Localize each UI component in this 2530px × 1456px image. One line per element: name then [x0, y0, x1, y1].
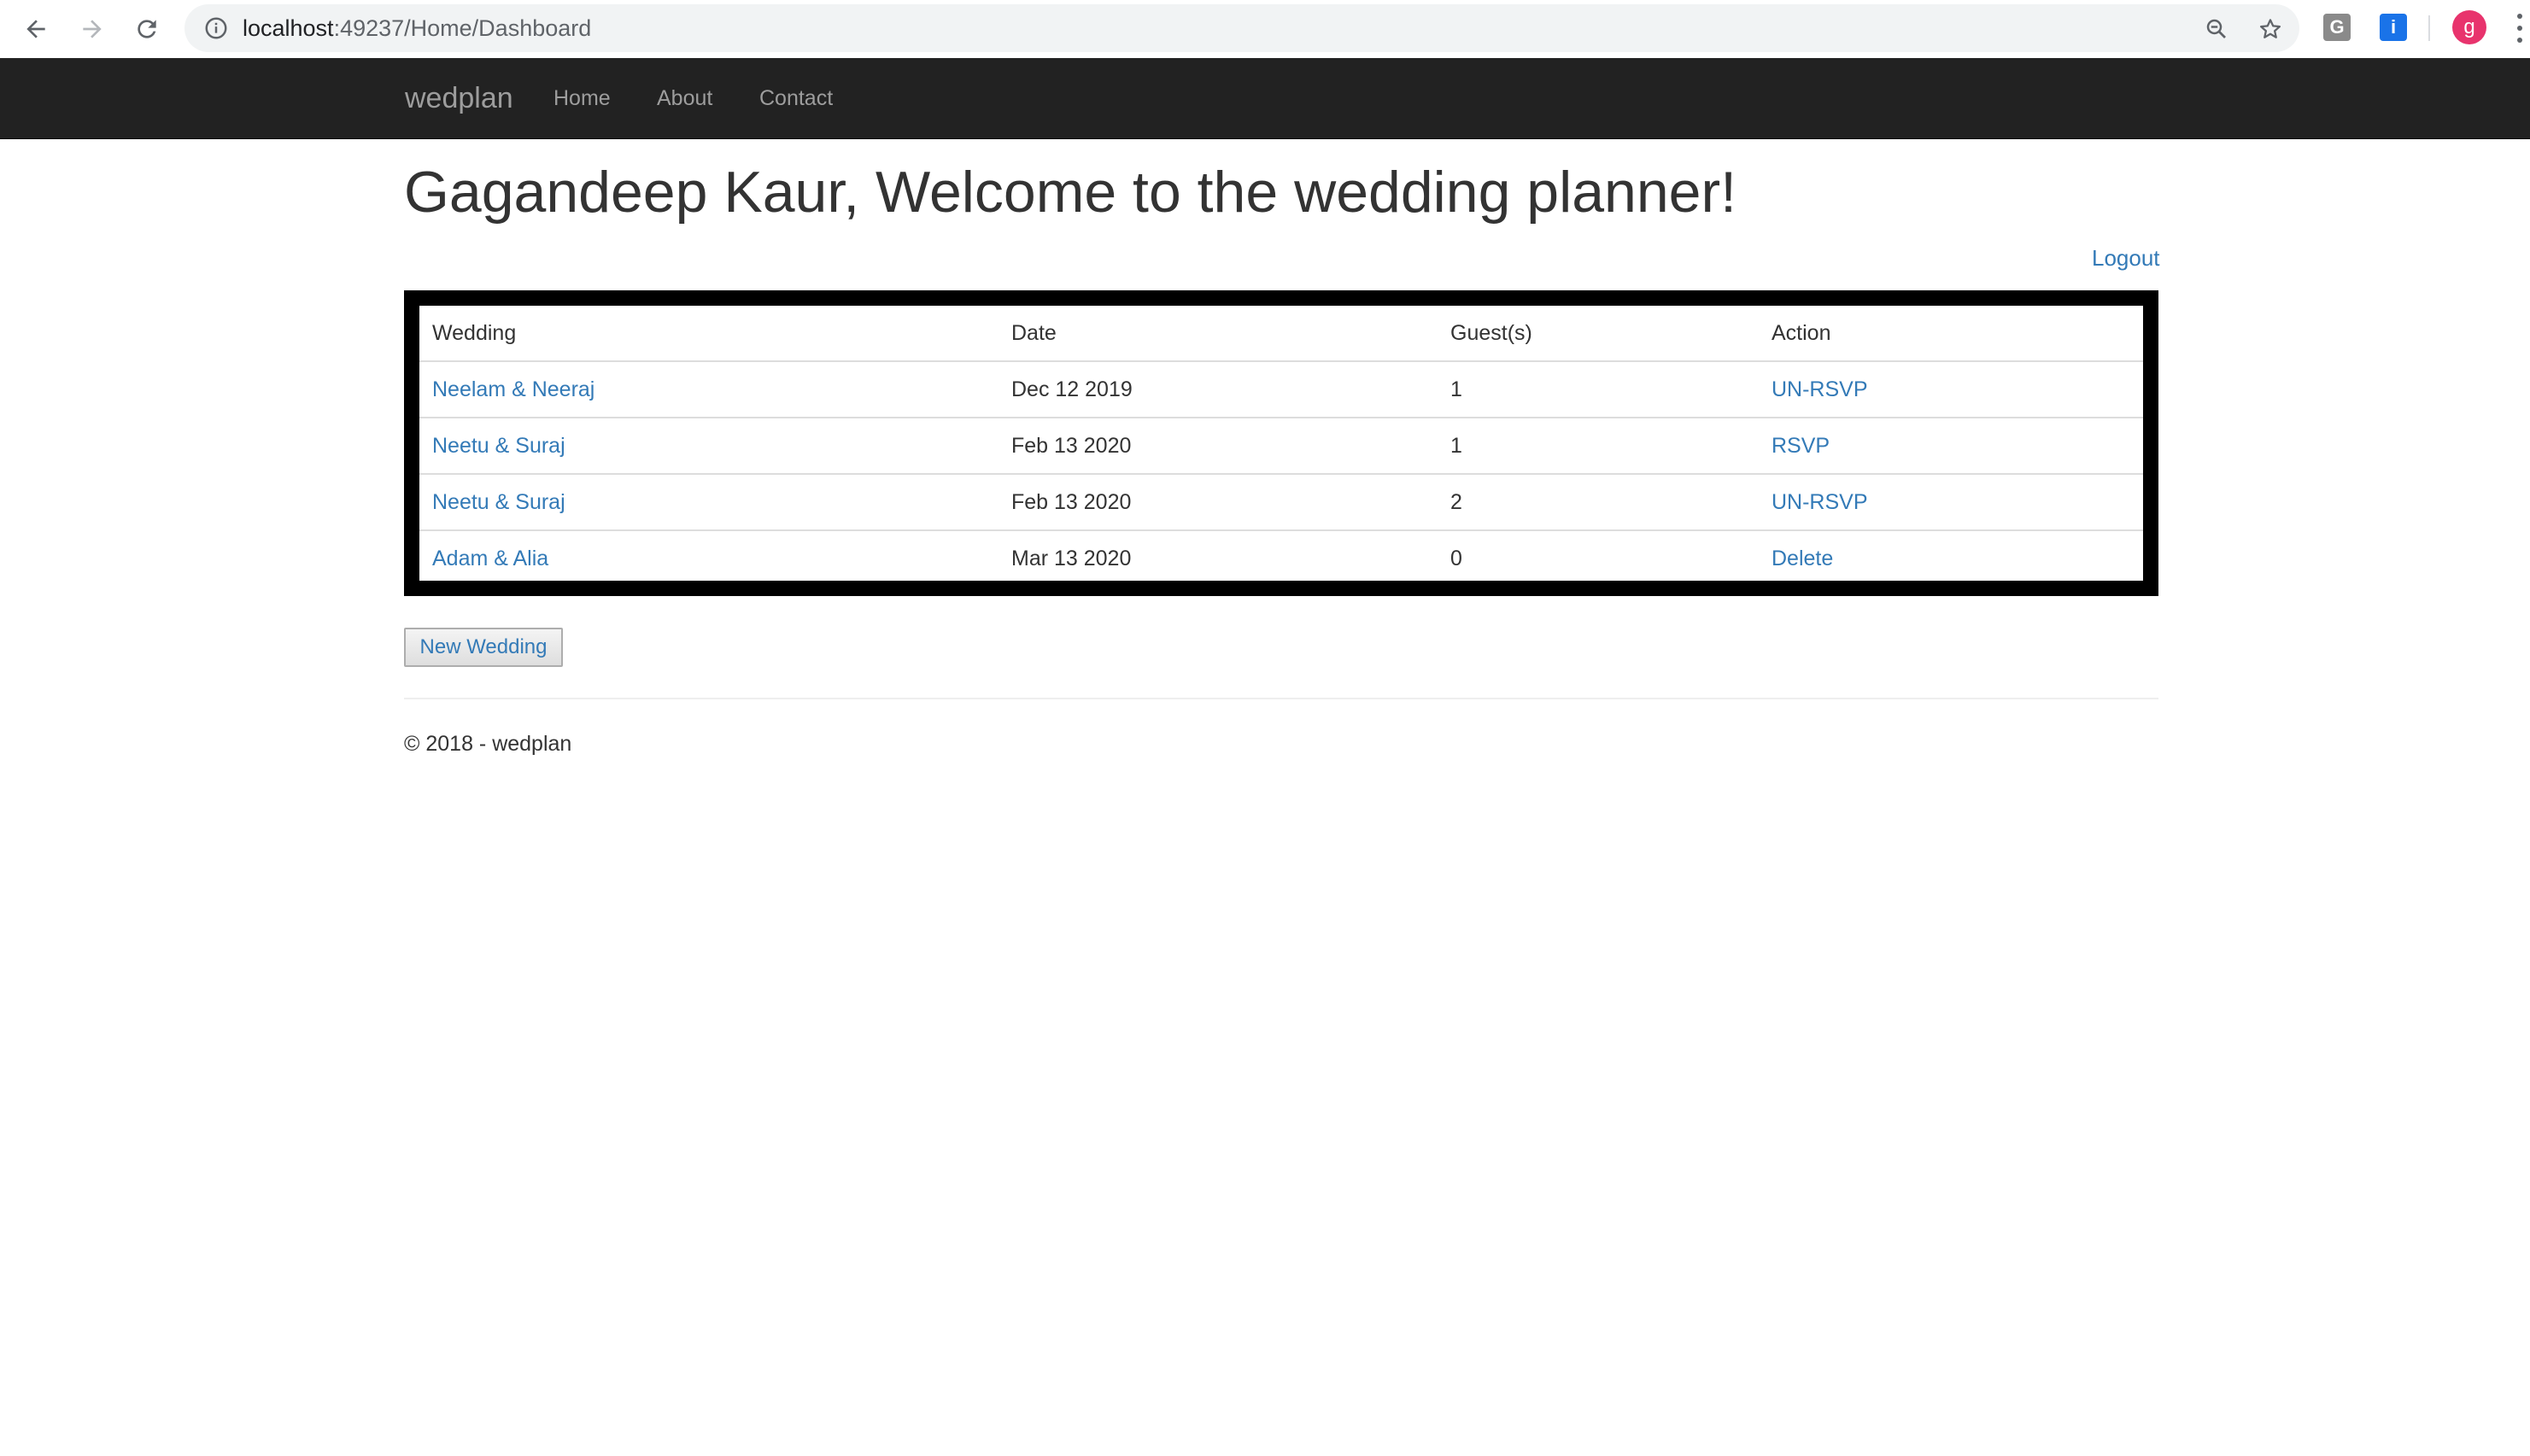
forward-button[interactable] [75, 12, 109, 46]
nav-contact-link[interactable]: Contact [759, 58, 833, 138]
back-icon [26, 20, 45, 38]
table-header-row: Wedding Date Guest(s) Action [419, 306, 2143, 362]
delete-link[interactable]: Delete [1772, 547, 1833, 570]
table-row: Neetu & Suraj Feb 13 2020 2 UN-RSVP [419, 473, 2143, 530]
table-row: Neelam & Neeraj Dec 12 2019 1 UN-RSVP [419, 361, 2143, 418]
unrsvp-link[interactable]: UN-RSVP [1772, 377, 1868, 401]
extension-g-icon[interactable]: G [2323, 14, 2351, 41]
url-path: :49237/Home/Dashboard [333, 15, 592, 41]
rsvp-link[interactable]: RSVP [1772, 434, 1830, 458]
wedding-cell: Neelam & Neeraj [419, 361, 999, 418]
date-cell: Feb 13 2020 [999, 417, 1438, 474]
guests-cell: 1 [1450, 377, 1462, 401]
table-row: Adam & Alia Mar 13 2020 0 Delete [419, 529, 2143, 586]
star-icon[interactable] [2256, 15, 2285, 44]
action-cell: UN-RSVP [1759, 361, 2143, 418]
header-wedding: Wedding [419, 306, 999, 362]
forward-icon [83, 20, 102, 38]
header-date: Date [999, 306, 1438, 362]
unrsvp-link[interactable]: UN-RSVP [1772, 490, 1868, 514]
kebab-menu-icon[interactable] [2515, 14, 2525, 43]
reload-button[interactable] [130, 12, 164, 46]
wedding-link[interactable]: Adam & Alia [432, 547, 548, 570]
browser-toolbar: localhost:49237/Home/Dashboard G i g [0, 0, 2530, 58]
wedding-cell: Adam & Alia [419, 529, 999, 586]
action-cell: Delete [1759, 529, 2143, 586]
weddings-table-panel: Wedding Date Guest(s) Action Neelam & Ne… [419, 306, 2143, 586]
extension-info-icon[interactable]: i [2380, 14, 2407, 41]
table-row: Neetu & Suraj Feb 13 2020 1 RSVP [419, 417, 2143, 474]
toolbar-separator [2428, 15, 2430, 41]
date-cell: Feb 13 2020 [999, 473, 1438, 530]
info-icon[interactable] [202, 14, 231, 43]
weddings-table: Wedding Date Guest(s) Action Neelam & Ne… [419, 306, 2143, 586]
footer-divider [404, 698, 2158, 699]
action-cell: UN-RSVP [1759, 473, 2143, 530]
address-bar[interactable]: localhost:49237/Home/Dashboard [184, 4, 2299, 52]
wedding-link[interactable]: Neelam & Neeraj [432, 377, 594, 401]
back-button[interactable] [19, 12, 53, 46]
reload-icon [138, 20, 156, 38]
wedding-link[interactable]: Neetu & Suraj [432, 434, 565, 458]
header-guests: Guest(s) [1438, 306, 1759, 362]
wedding-link[interactable]: Neetu & Suraj [432, 490, 565, 514]
new-wedding-button[interactable]: New Wedding [404, 628, 563, 667]
site-navbar: wedplan Home About Contact [0, 58, 2530, 139]
guests-cell: 1 [1438, 417, 1759, 474]
url-host: localhost [243, 15, 334, 41]
profile-avatar[interactable]: g [2452, 10, 2486, 44]
nav-home-link[interactable]: Home [553, 58, 611, 138]
date-cell: Dec 12 2019 [1011, 377, 1133, 401]
guests-cell: 0 [1438, 529, 1759, 586]
weddings-table-frame: Wedding Date Guest(s) Action Neelam & Ne… [404, 290, 2158, 596]
footer-copyright: © 2018 - wedplan [404, 732, 572, 756]
zoom-icon[interactable] [2202, 15, 2231, 44]
header-action: Action [1759, 306, 2143, 362]
wedding-cell: Neetu & Suraj [419, 473, 999, 530]
logout-link[interactable]: Logout [2092, 245, 2160, 272]
guests-cell: 2 [1438, 473, 1759, 530]
action-cell: RSVP [1759, 417, 2143, 474]
nav-about-link[interactable]: About [657, 58, 712, 138]
date-cell: Mar 13 2020 [999, 529, 1438, 586]
url-text: localhost:49237/Home/Dashboard [243, 15, 591, 42]
wedding-cell: Neetu & Suraj [419, 417, 999, 474]
brand-link[interactable]: wedplan [405, 58, 513, 138]
page-title: Gagandeep Kaur, Welcome to the wedding p… [404, 160, 1737, 225]
